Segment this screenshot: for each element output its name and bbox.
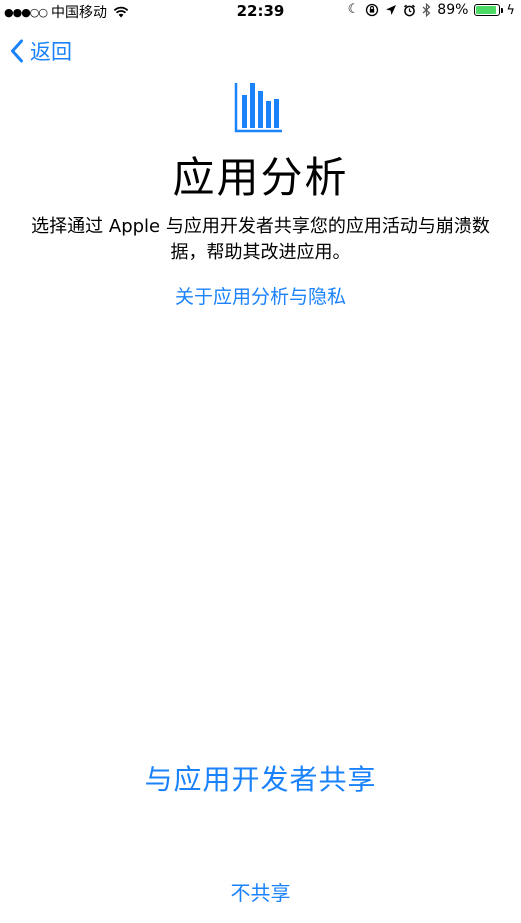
orientation-lock-icon — [366, 3, 379, 17]
back-label: 返回 — [30, 40, 72, 64]
back-button[interactable]: 返回 — [10, 36, 72, 66]
description-text: 选择通过 Apple 与应用开发者共享您的应用活动与崩溃数据，帮助其改进应用。 — [31, 216, 490, 263]
charging-icon: ϟ — [506, 2, 515, 18]
bar-chart-icon — [234, 83, 282, 133]
battery-level-fill — [476, 6, 496, 14]
moon-icon: ☾ — [347, 2, 360, 17]
battery-icon — [474, 4, 504, 16]
bluetooth-icon — [422, 3, 431, 17]
status-right: ☾ 89% ϟ — [348, 2, 515, 18]
battery-percent: 89% — [437, 2, 469, 18]
privacy-info-link[interactable]: 关于应用分析与隐私 — [0, 282, 521, 309]
status-bar: ●●●○○ 中国移动 22:39 ☾ 89% ϟ — [0, 0, 521, 24]
page-title: 应用分析 — [172, 153, 349, 202]
share-with-developers-button[interactable]: 与应用开发者共享 — [0, 758, 521, 798]
dont-share-button[interactable]: 不共享 — [0, 877, 521, 906]
alarm-icon — [404, 4, 416, 16]
chevron-left-icon — [11, 39, 23, 63]
location-icon — [386, 5, 397, 15]
